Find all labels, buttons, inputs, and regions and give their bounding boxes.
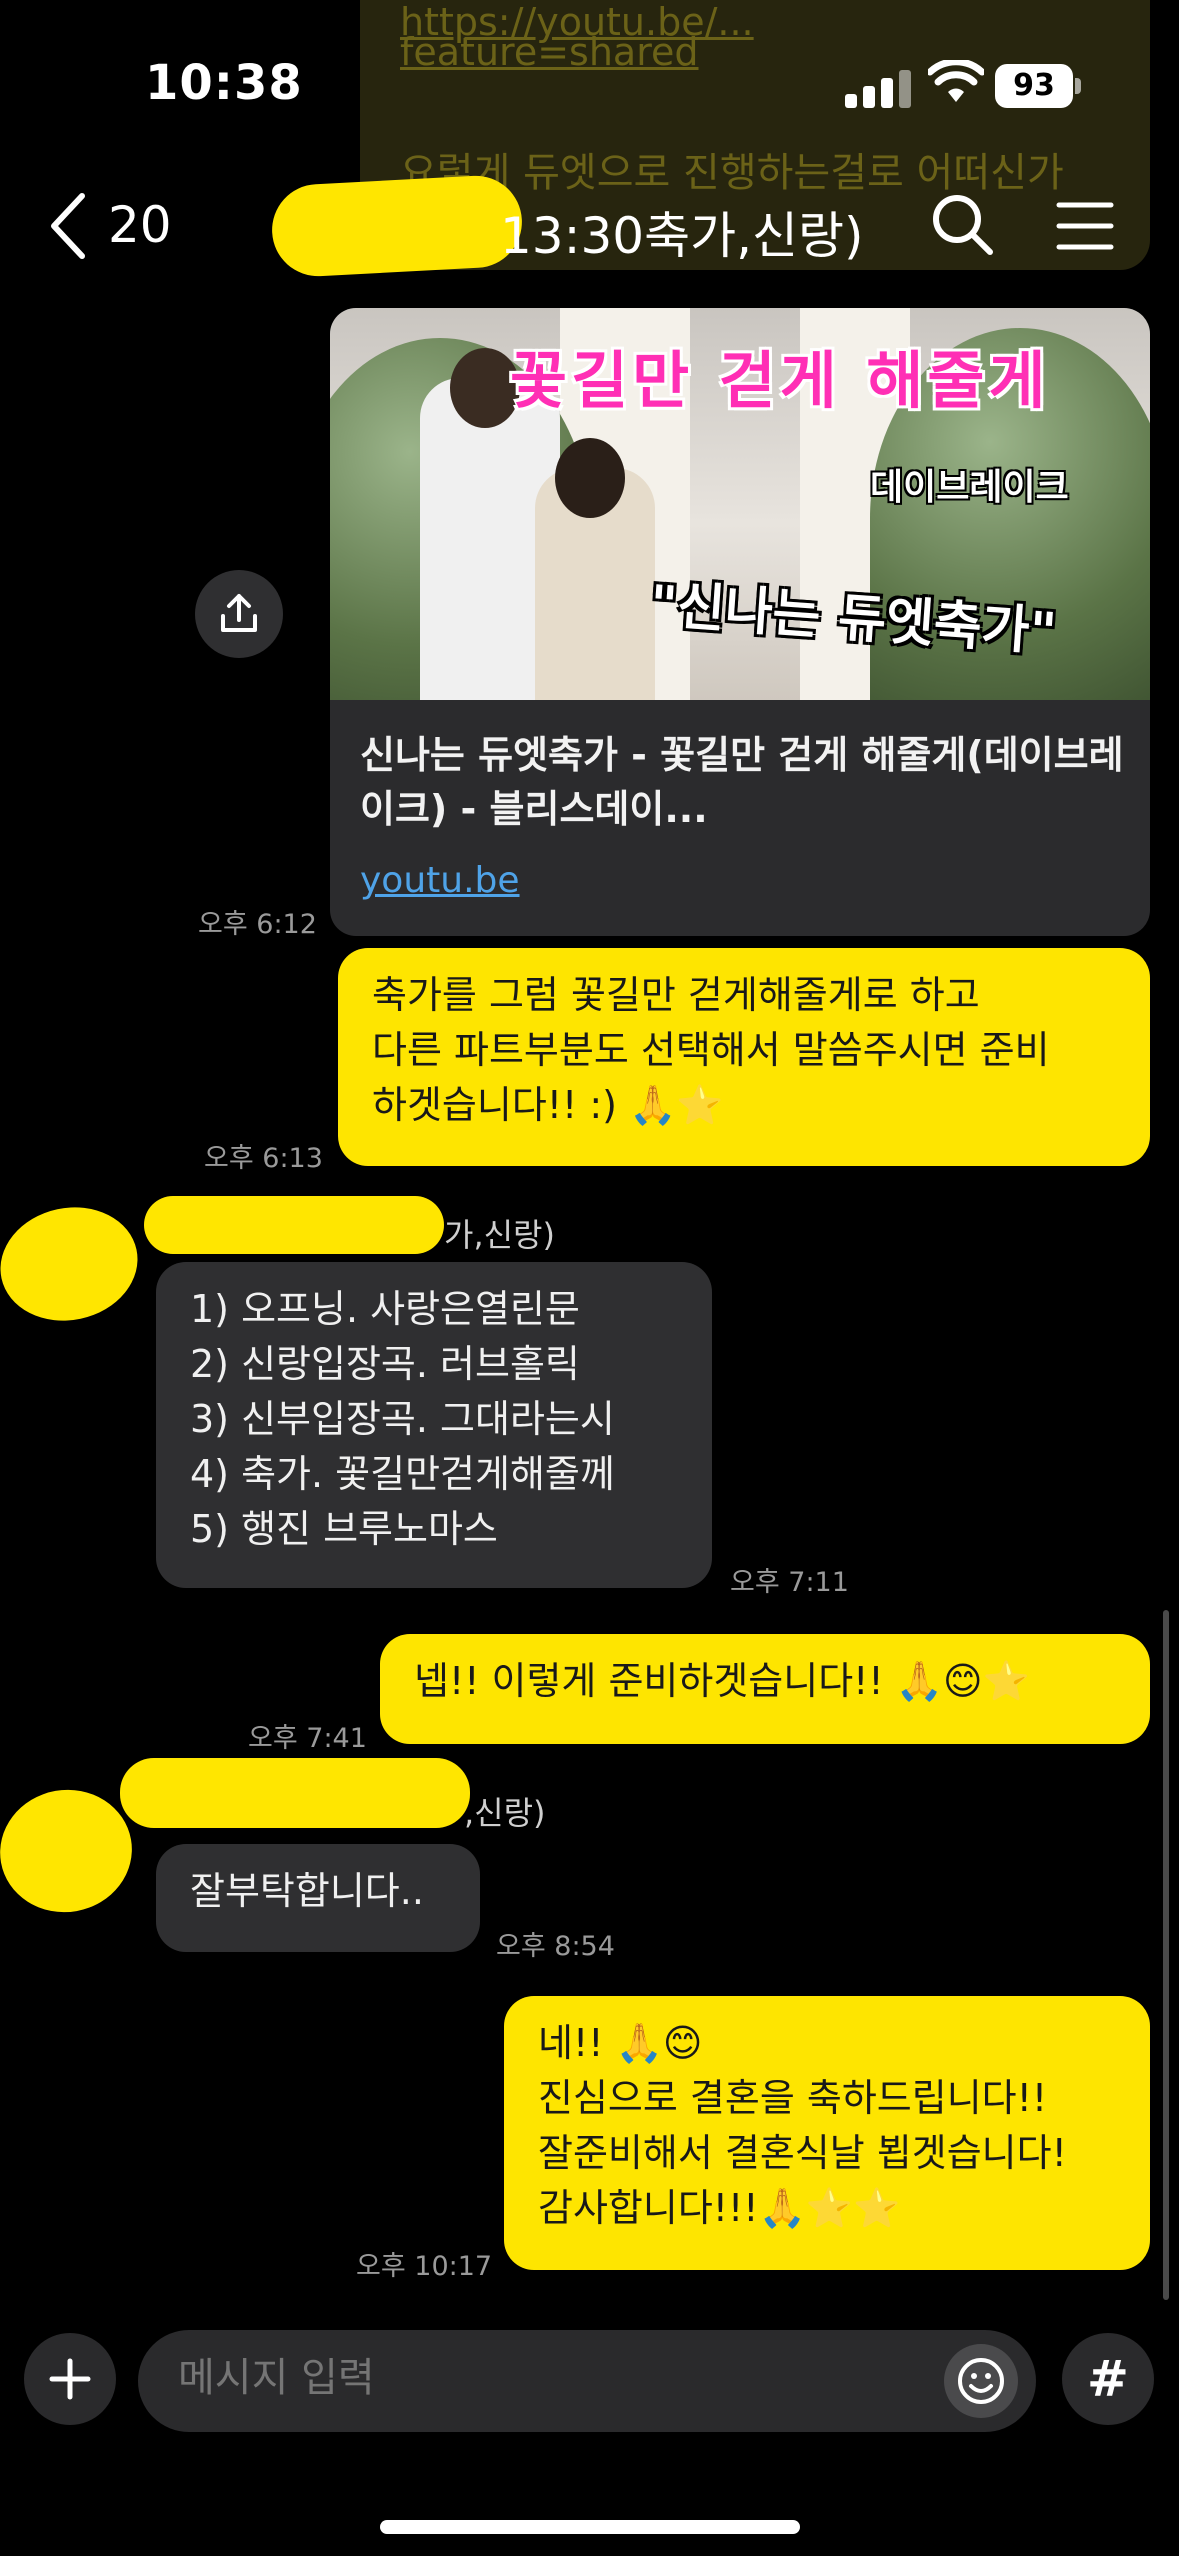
battery-icon: 93 [995, 64, 1073, 108]
avatar-redaction [0, 1194, 149, 1334]
home-indicator [380, 2520, 800, 2534]
search-icon[interactable] [930, 192, 994, 260]
thumbnail-title: 꽃길만 걷게 해줄게 [510, 344, 1050, 417]
message-line: 하겟습니다!! :) 🙏⭐ [372, 1083, 724, 1127]
message-line: 2) 신랑입장곡. 러브홀릭 [190, 1342, 580, 1386]
message-line: 잘준비해서 결혼식날 뵙겟습니다! [538, 2131, 1067, 2175]
emoji-icon[interactable] [944, 2344, 1018, 2418]
status-time: 10:38 [145, 55, 303, 111]
menu-icon[interactable] [1056, 200, 1114, 256]
message-input-box[interactable] [138, 2330, 1036, 2432]
video-thumbnail[interactable]: 꽃길만 걷게 해줄게 데이브레이크 "신나는 듀엣축가" [330, 308, 1150, 700]
message-line: 1) 오프닝. 사랑은열린문 [190, 1287, 580, 1331]
message-input[interactable] [176, 2354, 940, 2402]
scrollbar[interactable] [1163, 1610, 1169, 2300]
cellular-signal-icon [845, 68, 917, 108]
message-line: 다른 파트부분도 선택해서 말씀주시면 준비 [372, 1028, 1050, 1072]
message-time: 오후 7:11 [730, 1567, 849, 1598]
sender-redaction [144, 1196, 444, 1254]
redaction-mark [269, 173, 525, 279]
message-time: 오후 6:12 [198, 909, 317, 940]
message-line: 네!! 🙏😊 [538, 2021, 703, 2065]
message-line: 잘부탁합니다.. [190, 1869, 424, 1913]
link-domain[interactable]: youtu.be [360, 860, 520, 901]
message-line: 진심으로 결혼을 축하드립니다!! [538, 2076, 1048, 2120]
wifi-icon [926, 58, 986, 108]
sender-name: ,신랑) [464, 1794, 546, 1832]
message-time: 오후 10:17 [356, 2251, 493, 2282]
message-line: 감사합니다!!!🙏⭐⭐ [538, 2186, 901, 2230]
battery-cap [1075, 78, 1081, 94]
sender-name: 가,신랑) [444, 1216, 555, 1254]
thumbnail-artist: 데이브레이크 [870, 467, 1069, 508]
my-message-bubble[interactable]: 네!! 🙏😊 진심으로 결혼을 축하드립니다!! 잘준비해서 결혼식날 뵙겟습니… [504, 1996, 1150, 2270]
other-message-bubble[interactable]: 잘부탁합니다.. [156, 1844, 480, 1952]
message-line: 4) 축가. 꽃길만걷게해줄께 [190, 1452, 615, 1496]
message-time: 오후 7:41 [248, 1723, 367, 1754]
link-preview-card[interactable]: 꽃길만 걷게 해줄게 데이브레이크 "신나는 듀엣축가" 신나는 듀엣축가 - … [330, 308, 1150, 936]
chevron-left-icon[interactable] [48, 192, 88, 264]
link-title: 신나는 듀엣축가 - 꽃길만 걷게 해줄게(데이브레이크) - 블리스데이... [360, 733, 1124, 831]
chat-title: 13:30축가,신랑) [500, 207, 864, 265]
my-message-bubble[interactable]: 축가를 그럼 꽃길만 걷게해줄게로 하고 다른 파트부분도 선택해서 말씀주시면… [338, 948, 1150, 1166]
sender-redaction [120, 1758, 470, 1828]
message-line: 축가를 그럼 꽃길만 걷게해줄게로 하고 [372, 973, 980, 1017]
hash-icon[interactable]: # [1062, 2333, 1154, 2425]
message-time: 오후 6:13 [204, 1143, 323, 1174]
other-message-bubble[interactable]: 1) 오프닝. 사랑은열린문 2) 신랑입장곡. 러브홀릭 3) 신부입장곡. … [156, 1262, 712, 1588]
unread-count[interactable]: 20 [108, 196, 172, 254]
pinned-link-line-2: feature=shared [400, 30, 699, 74]
message-line: 5) 행진 브루노마스 [190, 1507, 498, 1551]
message-time: 오후 8:54 [496, 1931, 615, 1962]
my-message-bubble[interactable]: 넵!! 이렇게 준비하겟습니다!! 🙏😊⭐ [380, 1634, 1150, 1744]
plus-icon[interactable] [24, 2333, 116, 2425]
message-line: 3) 신부입장곡. 그대라는시 [190, 1397, 615, 1441]
message-line: 넵!! 이렇게 준비하겟습니다!! 🙏😊⭐ [414, 1659, 1030, 1703]
share-icon[interactable] [195, 570, 283, 658]
